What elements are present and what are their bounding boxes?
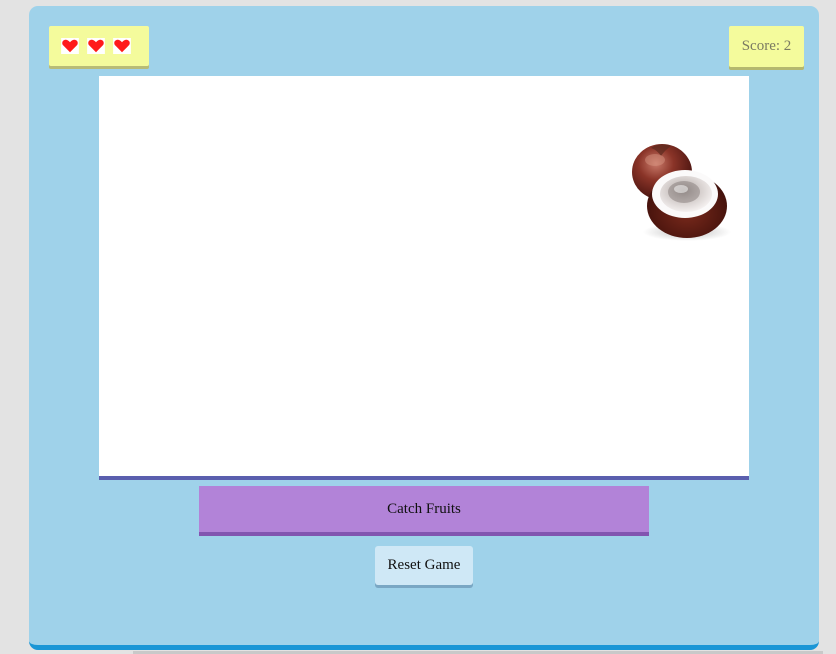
heart-icon [87, 38, 105, 54]
reset-game-button[interactable]: Reset Game [375, 546, 473, 585]
lives-display [49, 26, 149, 66]
mangosteen-fruit-icon[interactable] [629, 134, 734, 244]
game-panel: Score: 2 Catch Fruits Reset Game [29, 6, 819, 650]
score-display: Score: 2 [729, 26, 804, 67]
heart-icon [61, 38, 79, 54]
catch-fruits-button[interactable]: Catch Fruits [199, 486, 649, 536]
play-area[interactable] [99, 76, 749, 480]
heart-icon [113, 38, 131, 54]
